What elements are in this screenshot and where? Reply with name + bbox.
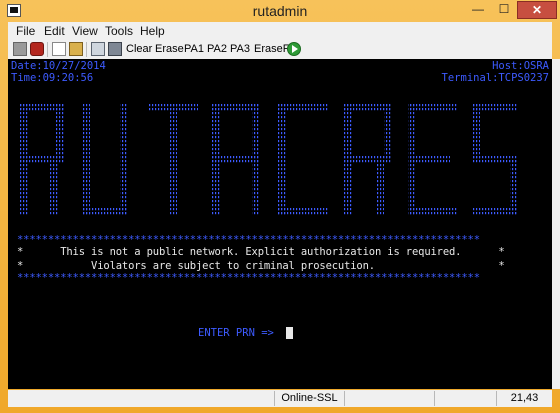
menu-help[interactable]: Help (140, 24, 165, 38)
connection-status: Online-SSL (274, 391, 344, 406)
menu-file[interactable]: File (16, 24, 35, 38)
banner-bottom-rule: ****************************************… (17, 272, 480, 284)
close-button[interactable]: ✕ (517, 1, 557, 19)
paste-icon[interactable] (69, 42, 83, 56)
banner-top-rule: ****************************************… (17, 234, 480, 246)
disconnect-icon[interactable] (13, 42, 27, 56)
menu-view[interactable]: View (72, 24, 98, 38)
host-field: Host:OSRA (492, 60, 549, 72)
maximize-button[interactable]: ☐ (491, 1, 517, 19)
terminal-window: rutadmin — ☐ ✕ File Edit View Tools Help… (0, 0, 560, 413)
banner-line-2: * Violators are subject to criminal pros… (17, 260, 505, 272)
minimize-button[interactable]: — (465, 1, 491, 19)
status-panel-empty-1 (344, 391, 434, 406)
prn-prompt: ENTER PRN => (198, 327, 274, 339)
macro-icon[interactable] (108, 42, 122, 56)
time-field: Time:09:20:56 (11, 72, 94, 84)
toolbar-separator (47, 42, 48, 57)
print-icon[interactable] (91, 42, 105, 56)
reconnect-icon[interactable] (30, 42, 44, 56)
clear-button[interactable]: Clear (126, 43, 152, 55)
menu-tools[interactable]: Tools (105, 24, 133, 38)
ascii-logo (20, 104, 520, 224)
title-bar[interactable]: rutadmin — ☐ ✕ (0, 0, 560, 22)
pa1-button[interactable]: PA1 (184, 43, 204, 55)
date-field: Date:10/27/2014 (11, 60, 106, 72)
terminal-id-field: Terminal:TCPS0237 (441, 72, 549, 84)
banner-line-1: * This is not a public network. Explicit… (17, 246, 505, 258)
prn-input-cursor[interactable] (286, 327, 293, 339)
play-icon[interactable] (287, 42, 301, 56)
menu-edit[interactable]: Edit (44, 24, 65, 38)
right-frame (552, 59, 560, 389)
copy-icon[interactable] (52, 42, 66, 56)
status-bar: Online-SSL 21,43 (8, 390, 552, 407)
toolbar-separator (86, 42, 87, 57)
pa3-button[interactable]: PA3 (230, 43, 250, 55)
toolbar: Clear Erase PA1 PA2 PA3 EraseF (8, 40, 552, 59)
cursor-position: 21,43 (496, 391, 552, 406)
pa2-button[interactable]: PA2 (207, 43, 227, 55)
erasef-button[interactable]: EraseF (254, 43, 289, 55)
terminal-screen[interactable]: Date:10/27/2014 Time:09:20:56 Host:OSRA … (8, 59, 552, 389)
status-panel-empty-2 (434, 391, 496, 406)
erase-button[interactable]: Erase (155, 43, 184, 55)
menu-bar: File Edit View Tools Help (8, 22, 552, 40)
